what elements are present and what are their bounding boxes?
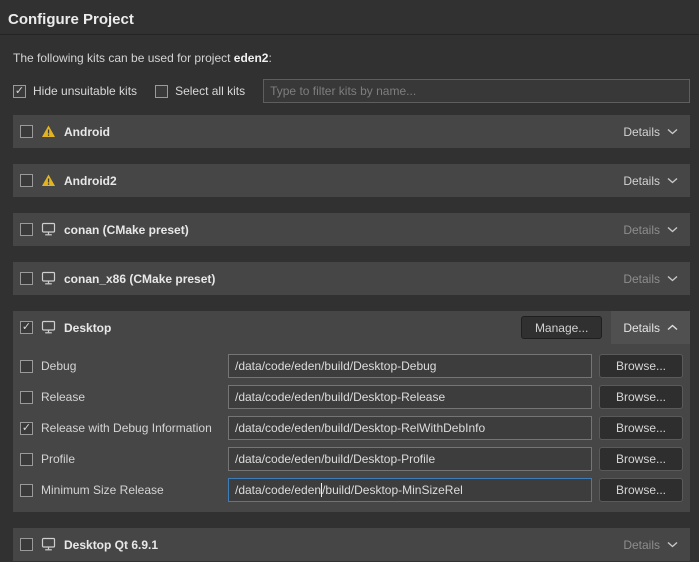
kit-header-android: Android Details (13, 115, 690, 148)
chevron-down-icon (667, 541, 678, 548)
details-toggle-android2[interactable]: Details (611, 164, 690, 197)
config-checkbox-release-with-debug-information[interactable] (20, 422, 33, 435)
title-separator (0, 34, 699, 35)
build-config-row-release: Release/data/code/eden/build/Desktop-Rel… (20, 385, 683, 409)
kit-details-body-desktop: Debug/data/code/eden/build/Desktop-Debug… (13, 344, 690, 512)
config-checkbox-release[interactable] (20, 391, 33, 404)
desktop-icon (41, 222, 56, 237)
config-checkbox-profile[interactable] (20, 453, 33, 466)
config-path-input-minimum-size-release[interactable]: /data/code/eden/build/Desktop-MinSizeRel (228, 478, 592, 502)
details-toggle-desktop[interactable]: Details (611, 311, 690, 344)
kit-checkbox-android[interactable] (20, 125, 33, 138)
select-all-kits-checkbox-group[interactable]: Select all kits (155, 84, 245, 98)
config-checkbox-debug[interactable] (20, 360, 33, 373)
config-label-release: Release (41, 390, 228, 404)
config-checkbox-minimum-size-release[interactable] (20, 484, 33, 497)
config-label-release-with-debug-information: Release with Debug Information (41, 421, 228, 435)
kit-checkbox-conan-cmake-preset[interactable] (20, 223, 33, 236)
project-name: eden2 (234, 51, 269, 65)
config-label-minimum-size-release: Minimum Size Release (41, 483, 228, 497)
help-text-suffix: : (268, 51, 271, 65)
details-toggle-conan-cmake-preset[interactable]: Details (611, 213, 690, 246)
warning-icon (41, 124, 56, 139)
kit-header-desktop: Desktop Manage... Details (13, 311, 690, 344)
chevron-down-icon (667, 275, 678, 282)
kit-checkbox-desktop-qt-6-9-1[interactable] (20, 538, 33, 551)
desktop-icon (41, 271, 56, 286)
build-config-row-minimum-size-release: Minimum Size Release/data/code/eden/buil… (20, 478, 683, 502)
kit-name-conan-cmake-preset: conan (CMake preset) (64, 223, 189, 237)
details-label: Details (623, 538, 660, 552)
kit-checkbox-desktop[interactable] (20, 321, 33, 334)
kit-name-desktop-qt-6-9-1: Desktop Qt 6.9.1 (64, 538, 158, 552)
chevron-up-icon (667, 324, 678, 331)
kit-card-android2: Android2 Details (13, 164, 690, 197)
chevron-down-icon (667, 128, 678, 135)
browse-button-release[interactable]: Browse... (599, 385, 683, 409)
select-all-kits-label: Select all kits (175, 84, 245, 98)
kit-card-android: Android Details (13, 115, 690, 148)
kit-name-desktop: Desktop (64, 321, 111, 335)
chevron-down-icon (667, 177, 678, 184)
help-text-prefix: The following kits can be used for proje… (13, 51, 234, 65)
config-path-input-release[interactable]: /data/code/eden/build/Desktop-Release (228, 385, 592, 409)
details-label: Details (623, 174, 660, 188)
kits-help-text: The following kits can be used for proje… (13, 51, 699, 65)
kit-header-conan-cmake-preset: conan (CMake preset) Details (13, 213, 690, 246)
kit-card-desktop: Desktop Manage... Details Debug/data/code/e… (13, 311, 690, 512)
details-label: Details (623, 125, 660, 139)
kit-list: AndroidDetailsAndroid2Detailsconan (CMak… (13, 115, 690, 561)
desktop-icon (41, 537, 56, 552)
desktop-icon (41, 320, 56, 335)
manage-kit-button[interactable]: Manage... (521, 316, 602, 339)
config-label-debug: Debug (41, 359, 228, 373)
browse-button-profile[interactable]: Browse... (599, 447, 683, 471)
kit-filter-input[interactable] (263, 79, 690, 103)
hide-unsuitable-kits-checkbox-group[interactable]: Hide unsuitable kits (13, 84, 137, 98)
page-title: Configure Project (0, 0, 699, 34)
kit-name-android: Android (64, 125, 110, 139)
details-toggle-desktop-qt-6-9-1[interactable]: Details (611, 528, 690, 561)
details-toggle-conan-x86-cmake-preset[interactable]: Details (611, 262, 690, 295)
kit-name-conan-x86-cmake-preset: conan_x86 (CMake preset) (64, 272, 215, 286)
kit-card-conan-x86-cmake-preset: conan_x86 (CMake preset) Details (13, 262, 690, 295)
details-toggle-android[interactable]: Details (611, 115, 690, 148)
config-path-input-profile[interactable]: /data/code/eden/build/Desktop-Profile (228, 447, 592, 471)
browse-button-release-with-debug-information[interactable]: Browse... (599, 416, 683, 440)
build-config-row-profile: Profile/data/code/eden/build/Desktop-Pro… (20, 447, 683, 471)
config-path-input-release-with-debug-information[interactable]: /data/code/eden/build/Desktop-RelWithDeb… (228, 416, 592, 440)
details-label: Details (623, 272, 660, 286)
hide-unsuitable-kits-checkbox[interactable] (13, 85, 26, 98)
browse-button-debug[interactable]: Browse... (599, 354, 683, 378)
select-all-kits-checkbox[interactable] (155, 85, 168, 98)
kit-name-android2: Android2 (64, 174, 117, 188)
kit-checkbox-conan-x86-cmake-preset[interactable] (20, 272, 33, 285)
warning-icon (41, 173, 56, 188)
kit-card-conan-cmake-preset: conan (CMake preset) Details (13, 213, 690, 246)
kit-header-android2: Android2 Details (13, 164, 690, 197)
build-config-row-debug: Debug/data/code/eden/build/Desktop-Debug… (20, 354, 683, 378)
kit-header-desktop-qt-6-9-1: Desktop Qt 6.9.1 Details (13, 528, 690, 561)
filter-row: Hide unsuitable kits Select all kits (13, 79, 690, 103)
kit-checkbox-android2[interactable] (20, 174, 33, 187)
kit-card-desktop-qt-6-9-1: Desktop Qt 6.9.1 Details (13, 528, 690, 561)
browse-button-minimum-size-release[interactable]: Browse... (599, 478, 683, 502)
details-label: Details (623, 223, 660, 237)
kit-header-conan-x86-cmake-preset: conan_x86 (CMake preset) Details (13, 262, 690, 295)
chevron-down-icon (667, 226, 678, 233)
config-path-input-debug[interactable]: /data/code/eden/build/Desktop-Debug (228, 354, 592, 378)
config-label-profile: Profile (41, 452, 228, 466)
hide-unsuitable-kits-label: Hide unsuitable kits (33, 84, 137, 98)
build-config-row-release-with-debug-information: Release with Debug Information/data/code… (20, 416, 683, 440)
details-label: Details (623, 321, 660, 335)
